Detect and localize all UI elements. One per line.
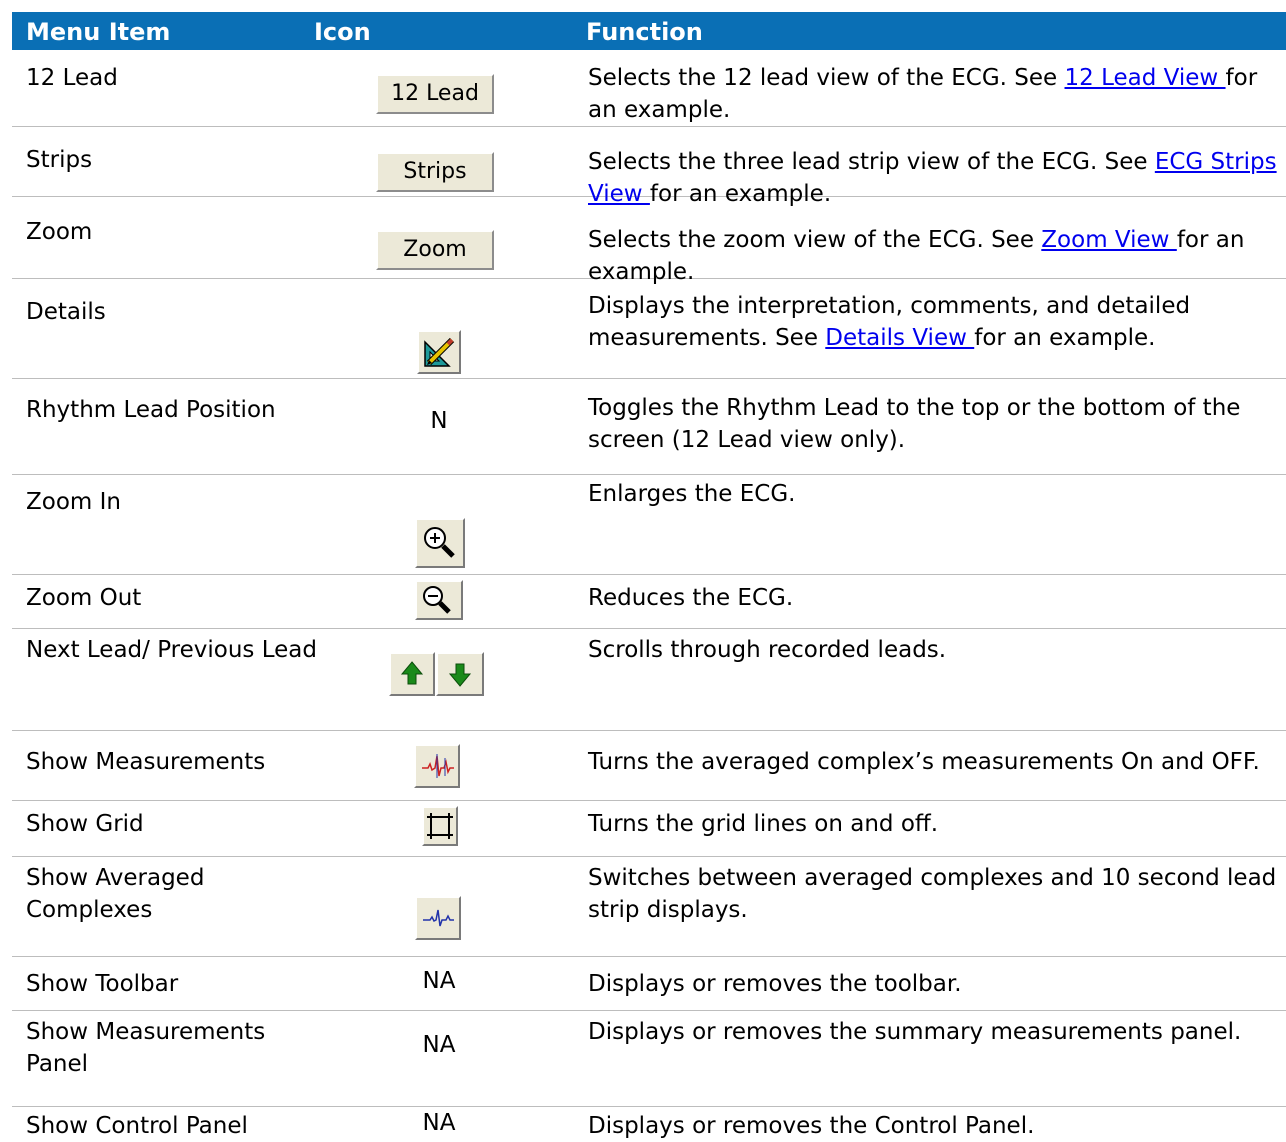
menu-item-label: Next Lead/ Previous Lead	[26, 637, 317, 663]
menu-item-label: Zoom Out	[26, 585, 142, 611]
table-row: Rhythm Lead Position N Toggles the Rhyth…	[12, 378, 1286, 475]
table-row: Show Measurements Panel NA Displays or r…	[12, 1010, 1286, 1107]
menu-item-label: Show Toolbar	[26, 971, 179, 997]
menu-item-label: Zoom In	[26, 489, 121, 515]
table-row: Next Lead/ Previous Lead Scrolls through…	[12, 628, 1286, 731]
function-text: Toggles the Rhythm Lead to the top or th…	[588, 395, 1241, 453]
function-text: Turns the grid lines on and off.	[588, 811, 939, 837]
table-row: 12 Lead 12 Lead Selects the 12 lead view…	[12, 50, 1286, 127]
header-function: Function	[586, 18, 703, 46]
function-text: Scrolls through recorded leads.	[588, 637, 947, 663]
function-text: Switches between averaged complexes and …	[588, 865, 1277, 923]
measurements-waveform-icon[interactable]	[414, 744, 460, 788]
next-lead-down-arrow-icon[interactable]	[436, 652, 484, 696]
icon-text: NA	[422, 1110, 456, 1136]
function-text: Selects the 12 lead view of the ECG. See…	[588, 65, 1258, 123]
menu-item-label: Zoom	[26, 219, 93, 245]
twelve-lead-button[interactable]: 12 Lead	[376, 74, 494, 114]
zoom-view-link[interactable]: Zoom View	[1041, 227, 1177, 253]
table-row: Show Grid Turns the grid lines on and of…	[12, 800, 1286, 857]
table-header: Menu Item Icon Function	[12, 12, 1286, 50]
table-row: Zoom In Enlarges the ECG.	[12, 474, 1286, 575]
header-icon: Icon	[314, 18, 371, 46]
menu-item-label: Show Measurements Panel	[26, 1019, 266, 1077]
previous-lead-up-arrow-icon[interactable]	[389, 652, 435, 696]
function-text: Displays or removes the toolbar.	[588, 971, 962, 997]
function-text: Reduces the ECG.	[588, 585, 794, 611]
menu-item-label: Show Grid	[26, 811, 144, 837]
zoom-out-icon[interactable]	[415, 580, 463, 620]
zoom-in-icon[interactable]	[415, 518, 465, 568]
zoom-button[interactable]: Zoom	[376, 230, 494, 270]
menu-item-label: Strips	[26, 147, 93, 173]
strips-button[interactable]: Strips	[376, 152, 494, 192]
twelve-lead-view-link[interactable]: 12 Lead View	[1065, 65, 1226, 91]
menu-item-label: Details	[26, 299, 106, 325]
table-row: Strips Strips Selects the three lead str…	[12, 126, 1286, 207]
table-row: Details Displays the interpretation, com…	[12, 278, 1286, 379]
menu-item-label: Rhythm Lead Position	[26, 397, 276, 423]
details-view-link[interactable]: Details View	[825, 325, 974, 351]
table-row: Show Toolbar NA Displays or removes the …	[12, 956, 1286, 1011]
table-row: Zoom Zoom Selects the zoom view of the E…	[12, 196, 1286, 285]
function-text: Displays the interpretation, comments, a…	[588, 293, 1191, 351]
function-text: Displays or removes the summary measurem…	[588, 1019, 1242, 1045]
table-row: Show Measurements Turns the averaged com…	[12, 730, 1286, 801]
menu-item-label: 12 Lead	[26, 65, 118, 91]
header-menu-item: Menu Item	[26, 18, 171, 46]
menu-item-label: Show Measurements	[26, 749, 266, 775]
function-text: Turns the averaged complex’s measurement…	[588, 749, 1260, 775]
menu-item-label: Show Averaged Complexes	[26, 865, 205, 923]
menu-item-label: Show Control Panel	[26, 1113, 248, 1139]
icon-text: N	[430, 408, 448, 434]
table-row: Show Control Panel NA Displays or remove…	[12, 1106, 1286, 1140]
table-row: Zoom Out Reduces the ECG.	[12, 574, 1286, 629]
grid-icon[interactable]	[422, 806, 458, 846]
table-row: Show Averaged Complexes Switches between…	[12, 856, 1286, 957]
icon-text: NA	[422, 1032, 456, 1058]
averaged-complex-icon[interactable]	[415, 896, 461, 940]
function-text: Displays or removes the Control Panel.	[588, 1113, 1035, 1139]
details-ruler-pencil-icon[interactable]	[417, 330, 461, 374]
icon-text: NA	[422, 968, 456, 994]
function-text: Enlarges the ECG.	[588, 481, 796, 507]
